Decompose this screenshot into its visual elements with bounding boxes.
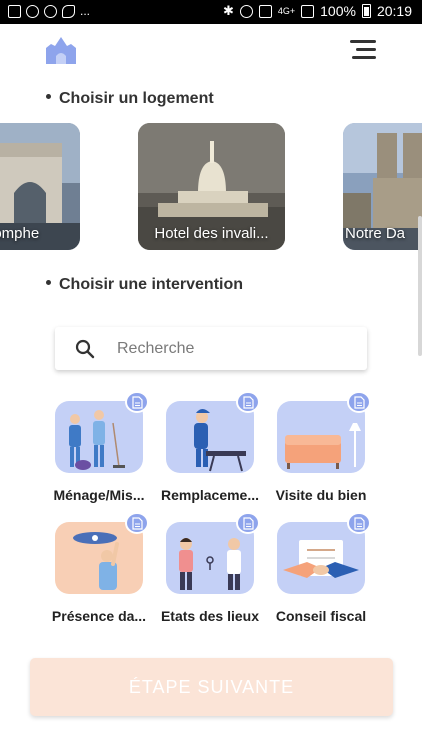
more-notifications: ... — [80, 4, 91, 18]
service-card-remplacement[interactable]: Remplaceme... — [155, 391, 265, 503]
service-label: Visite du bien — [275, 487, 367, 503]
logement-label: Notre Da — [345, 225, 406, 242]
service-tile — [55, 391, 149, 473]
menu-icon[interactable] — [350, 40, 376, 60]
document-icon — [125, 391, 149, 413]
clock: 20:19 — [376, 3, 412, 19]
service-card-presence[interactable]: Présence da... — [44, 512, 154, 624]
repair-illustration-icon — [73, 532, 119, 590]
key-handover-illustration-icon — [179, 538, 241, 590]
vibrate-icon — [258, 4, 272, 18]
document-icon — [236, 512, 260, 534]
service-card-menage[interactable]: Ménage/Mis... — [44, 391, 154, 503]
logement-carousel[interactable]: iomphe Hotel des invali... Notre Da — [0, 123, 422, 250]
next-step-button[interactable]: ÉTAPE SUIVANTE — [30, 658, 393, 716]
cleaning-illustration-icon — [69, 410, 125, 470]
service-tile — [277, 391, 371, 473]
image-icon — [8, 4, 21, 18]
document-icon — [236, 391, 260, 413]
document-icon — [347, 391, 371, 413]
section-title-text: Choisir un logement — [59, 90, 214, 107]
service-tile — [277, 512, 371, 594]
app-bar — [0, 24, 422, 76]
logement-card-invalides[interactable]: Hotel des invali... — [138, 123, 285, 250]
service-card-etats[interactable]: Etats des lieux — [155, 512, 265, 624]
ironing-illustration-icon — [194, 409, 246, 472]
edge-panel-handle[interactable] — [418, 216, 422, 356]
service-label: Ménage/Mis... — [53, 487, 145, 503]
search-icon — [75, 339, 95, 358]
twitter-icon — [62, 4, 75, 18]
service-label: Présence da... — [51, 608, 147, 624]
status-bar: ... ✱ 4G+ 100% 20:19 — [0, 0, 422, 24]
logement-label: Hotel des invali... — [154, 225, 269, 242]
sofa-illustration-icon — [285, 423, 361, 469]
logement-card-notre-dame[interactable]: Notre Da — [343, 123, 422, 250]
service-card-conseil[interactable]: Conseil fiscal — [266, 512, 376, 624]
service-card-visite[interactable]: Visite du bien — [266, 391, 376, 503]
messenger-icon — [44, 4, 57, 18]
handshake-illustration-icon — [283, 540, 359, 578]
app-logo-icon[interactable] — [44, 34, 78, 64]
logement-label: iomphe — [0, 225, 40, 242]
logement-card-arc[interactable]: iomphe — [0, 123, 80, 250]
document-icon — [125, 512, 149, 534]
alarm-icon — [239, 4, 253, 18]
service-tile — [166, 391, 260, 473]
service-label: Conseil fiscal — [275, 608, 367, 624]
search-bar[interactable] — [55, 327, 367, 370]
search-input[interactable] — [117, 339, 337, 358]
service-tile — [166, 512, 260, 594]
section-title-intervention: Choisir une intervention — [46, 276, 243, 294]
signal-icon — [301, 4, 315, 18]
section-title-text: Choisir une intervention — [59, 276, 244, 293]
battery-icon — [361, 4, 371, 18]
service-label: Remplaceme... — [160, 487, 260, 503]
globe-icon — [26, 4, 39, 18]
section-title-logement: Choisir un logement — [46, 90, 214, 108]
service-tile — [55, 512, 149, 594]
bluetooth-icon: ✱ — [222, 3, 234, 18]
document-icon — [347, 512, 371, 534]
service-label: Etats des lieux — [160, 608, 260, 624]
network-type: 4G+ — [277, 6, 296, 16]
battery-percent: 100% — [320, 3, 356, 19]
